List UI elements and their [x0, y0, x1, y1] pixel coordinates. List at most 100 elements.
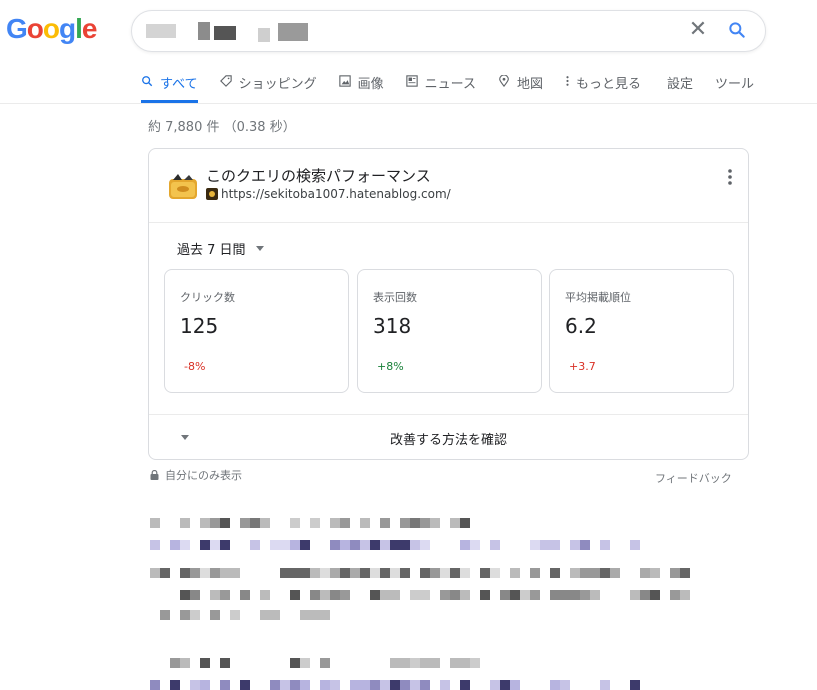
redacted-pixel — [380, 518, 390, 528]
redacted-pixel — [180, 590, 190, 600]
header-divider — [0, 103, 817, 104]
tab-8[interactable]: ツール — [715, 66, 754, 98]
redacted-pixel — [550, 680, 560, 690]
tab-label: もっと見る — [575, 76, 641, 92]
site-url[interactable]: https://sekitoba1007.hatenablog.com/ — [206, 187, 451, 201]
redacted-pixel — [530, 590, 540, 600]
redacted-pixel — [300, 568, 310, 578]
redacted-pixel — [550, 568, 560, 578]
redacted-pixel — [390, 568, 400, 578]
redacted-pixel — [510, 680, 520, 690]
redacted-pixel — [470, 540, 480, 550]
redacted-pixel — [250, 518, 260, 528]
search-icon — [141, 75, 155, 89]
tab-1[interactable]: すべて — [141, 66, 198, 103]
redacted-pixel — [170, 540, 180, 550]
search-box[interactable]: ✕ — [131, 10, 766, 52]
redacted-pixel — [280, 680, 290, 690]
redacted-pixel — [500, 590, 510, 600]
tab-label: 設定 — [667, 76, 694, 92]
redacted-pixel — [570, 590, 580, 600]
more-options-icon[interactable] — [726, 167, 734, 187]
redacted-pixel — [420, 658, 430, 668]
redacted-pixel — [600, 568, 610, 578]
tab-7[interactable]: 設定 — [667, 66, 693, 98]
redacted-pixel — [380, 680, 390, 690]
redacted-pixel — [450, 658, 460, 668]
tab-5[interactable]: 地図 — [498, 66, 543, 98]
redacted-pixel — [450, 568, 460, 578]
redacted-pixel — [360, 568, 370, 578]
redacted-pixel — [410, 540, 420, 550]
redacted-pixel — [240, 590, 250, 600]
redacted-pixel — [330, 518, 340, 528]
logo-letter: g — [59, 13, 76, 44]
search-performance-card: このクエリの検索パフォーマンス https://sekitoba1007.hat… — [148, 148, 749, 460]
redacted-pixel — [280, 540, 290, 550]
redacted-pixel — [460, 518, 470, 528]
redacted-pixel — [230, 610, 240, 620]
redacted-pixel — [190, 680, 200, 690]
feedback-link[interactable]: フィードバック — [655, 470, 732, 486]
redacted-pixel — [400, 568, 410, 578]
tab-2[interactable]: ショッピング — [219, 66, 317, 98]
google-logo[interactable]: Google — [6, 13, 97, 45]
period-dropdown[interactable]: 過去 7 日間 — [177, 239, 264, 258]
redacted-pixel — [290, 568, 300, 578]
redacted-pixel — [390, 658, 400, 668]
close-icon[interactable]: ✕ — [687, 19, 709, 41]
tab-label: ニュース — [424, 76, 476, 92]
redacted-pixel — [350, 568, 360, 578]
redacted-pixel — [390, 680, 400, 690]
redacted-pixel — [410, 590, 420, 600]
redacted-pixel — [170, 658, 180, 668]
redacted-pixel — [290, 590, 300, 600]
redacted-pixel — [220, 680, 230, 690]
redacted-pixel — [220, 540, 230, 550]
redacted-pixel — [670, 590, 680, 600]
redacted-pixel — [460, 590, 470, 600]
result-stats: 約 7,880 件 （0.38 秒） — [148, 120, 296, 135]
redacted-pixel — [380, 590, 390, 600]
redacted-pixel — [210, 610, 220, 620]
redacted-pixel — [270, 610, 280, 620]
redacted-pixel — [580, 590, 590, 600]
redacted-pixel — [290, 540, 300, 550]
logo-letter: l — [75, 13, 83, 44]
redacted-pixel — [360, 540, 370, 550]
redacted-pixel — [480, 590, 490, 600]
tab-6[interactable]: もっと見る — [565, 66, 641, 98]
news-icon — [405, 75, 420, 89]
card-footer[interactable]: 改善する方法を確認 — [149, 414, 748, 460]
map-pin-icon — [498, 74, 512, 89]
logo-letter: o — [42, 13, 60, 44]
redacted-pixel — [590, 590, 600, 600]
redacted-pixel — [180, 540, 190, 550]
redacted-pixel — [220, 568, 230, 578]
redacted-pixel — [210, 540, 220, 550]
redacted-pixel — [240, 518, 250, 528]
redacted-pixel — [220, 518, 230, 528]
redacted-pixel — [310, 518, 320, 528]
redacted-pixel — [270, 540, 280, 550]
redacted-pixel — [550, 540, 560, 550]
tab-3[interactable]: 画像 — [338, 66, 384, 98]
redacted-pixel — [390, 590, 400, 600]
redacted-query — [146, 24, 176, 38]
improve-link[interactable]: 改善する方法を確認 — [149, 429, 748, 448]
redacted-pixel — [330, 568, 340, 578]
redacted-pixel — [340, 568, 350, 578]
redacted-pixel — [150, 540, 160, 550]
redacted-pixel — [260, 610, 270, 620]
tab-4[interactable]: ニュース — [405, 66, 476, 98]
metric-label: 平均掲載順位 — [565, 291, 631, 304]
search-icon[interactable] — [727, 20, 747, 40]
tab-label: ツール — [715, 76, 755, 92]
redacted-pixel — [150, 518, 160, 528]
redacted-pixel — [160, 610, 170, 620]
redacted-pixel — [240, 680, 250, 690]
redacted-pixel — [350, 540, 360, 550]
redacted-pixel — [530, 540, 540, 550]
redacted-pixel — [410, 680, 420, 690]
redacted-pixel — [280, 568, 290, 578]
